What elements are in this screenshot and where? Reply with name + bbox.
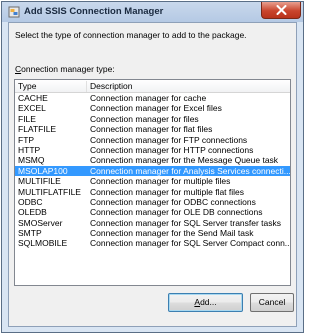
list-item-type: FTP (18, 134, 35, 145)
list-item-type: MSOLAP100 (18, 165, 68, 176)
list-item-description: Connection manager for multiple files (90, 176, 231, 187)
list-item[interactable]: FLATFILE Connection manager for flat file… (15, 124, 290, 134)
dialog-client-area: Select the type of connection manager to… (8, 22, 297, 327)
list-item-type: MULTIFLATFILE (18, 186, 81, 197)
ssis-app-icon (8, 6, 20, 18)
list-item-description: Connection manager for Excel files (90, 103, 222, 114)
list-header: Type Description (15, 80, 290, 93)
list-item[interactable]: ODBC Connection manager for ODBC connecti… (15, 197, 290, 207)
list-item[interactable]: SMTP Connection manager for the Send Mail… (15, 228, 290, 238)
list-item-type: FLATFILE (18, 124, 57, 135)
list-item[interactable]: SMOServer Connection manager for SQL Serv… (15, 218, 290, 228)
instruction-text: Select the type of connection manager to… (15, 30, 247, 40)
list-item-type: FILE (18, 113, 36, 124)
list-item[interactable]: SQLMOBILE Connection manager for SQL Serv… (15, 238, 290, 248)
cancel-button[interactable]: Cancel (250, 293, 294, 312)
list-item[interactable]: FTP Connection manager for FTP connection… (15, 135, 290, 145)
list-item-description: Connection manager for files (90, 113, 199, 124)
list-label: Connection manager type: (15, 64, 115, 74)
list-label-text: onnection manager type: (21, 64, 115, 74)
list-item[interactable]: OLEDB Connection manager for OLE DB conne… (15, 207, 290, 217)
list-item[interactable]: MULTIFLATFILE Connection manager for mult… (15, 187, 290, 197)
list-item-description: Connection manager for FTP connections (90, 134, 248, 145)
list-item-type: EXCEL (18, 103, 46, 114)
list-item-description: Connection manager for SQL Server Compac… (90, 238, 290, 249)
add-button[interactable]: Add... (168, 293, 243, 312)
list-item-type: MULTIFILE (18, 176, 61, 187)
list-item-type: HTTP (18, 144, 41, 155)
column-header-description[interactable]: Description (87, 81, 290, 92)
list-item[interactable]: CACHE Connection manager for cache (15, 93, 290, 103)
column-header-type[interactable]: Type (15, 81, 87, 92)
list-item[interactable]: EXCEL Connection manager for Excel files (15, 103, 290, 113)
list-item[interactable]: FILE Connection manager for files (15, 114, 290, 124)
list-item[interactable]: MSMQ Connection manager for the Message Q… (15, 155, 290, 165)
list-item-description: Connection manager for the Send Mail tas… (90, 228, 254, 239)
connection-type-list[interactable]: Type Description CACHE Connection manager… (14, 79, 291, 286)
window-title: Add SSIS Connection Manager (24, 6, 164, 17)
list-item-description: Connection manager for SQL Server transf… (90, 217, 282, 228)
list-item[interactable]: MSOLAP100 Connection manager for Analysis… (15, 165, 290, 177)
list-item-type: SQLMOBILE (18, 238, 68, 249)
list-item-type: ODBC (18, 196, 43, 207)
list-item-type: CACHE (18, 93, 48, 103)
list-item-description: Connection manager for multiple flat fil… (90, 186, 245, 197)
list-item-description: Connection manager for the Message Queue… (90, 155, 279, 166)
list-rows: CACHE Connection manager for cache EXCEL Co… (15, 93, 290, 249)
list-item[interactable]: MULTIFILE Connection manager for multiple… (15, 176, 290, 186)
close-button[interactable] (261, 2, 301, 19)
list-item[interactable]: HTTP Connection manager for HTTP connecti… (15, 145, 290, 155)
list-item-type: SMOServer (18, 217, 63, 228)
title-bar[interactable]: Add SSIS Connection Manager (2, 2, 303, 22)
list-item-description: Connection manager for HTTP connections (90, 144, 254, 155)
list-item-description: Connection manager for flat files (90, 124, 213, 135)
list-item-type: SMTP (18, 228, 42, 239)
list-item-description: Connection manager for Analysis Services… (90, 165, 290, 176)
list-item-description: Connection manager for ODBC connections (90, 196, 256, 207)
list-item-type: MSMQ (18, 155, 45, 166)
list-item-description: Connection manager for cache (90, 93, 207, 103)
dialog-window: Add SSIS Connection Manager Select the t… (1, 1, 304, 333)
add-button-label: dd... (200, 297, 217, 307)
list-item-type: OLEDB (18, 207, 47, 218)
list-item-description: Connection manager for OLE DB connection… (90, 207, 263, 218)
